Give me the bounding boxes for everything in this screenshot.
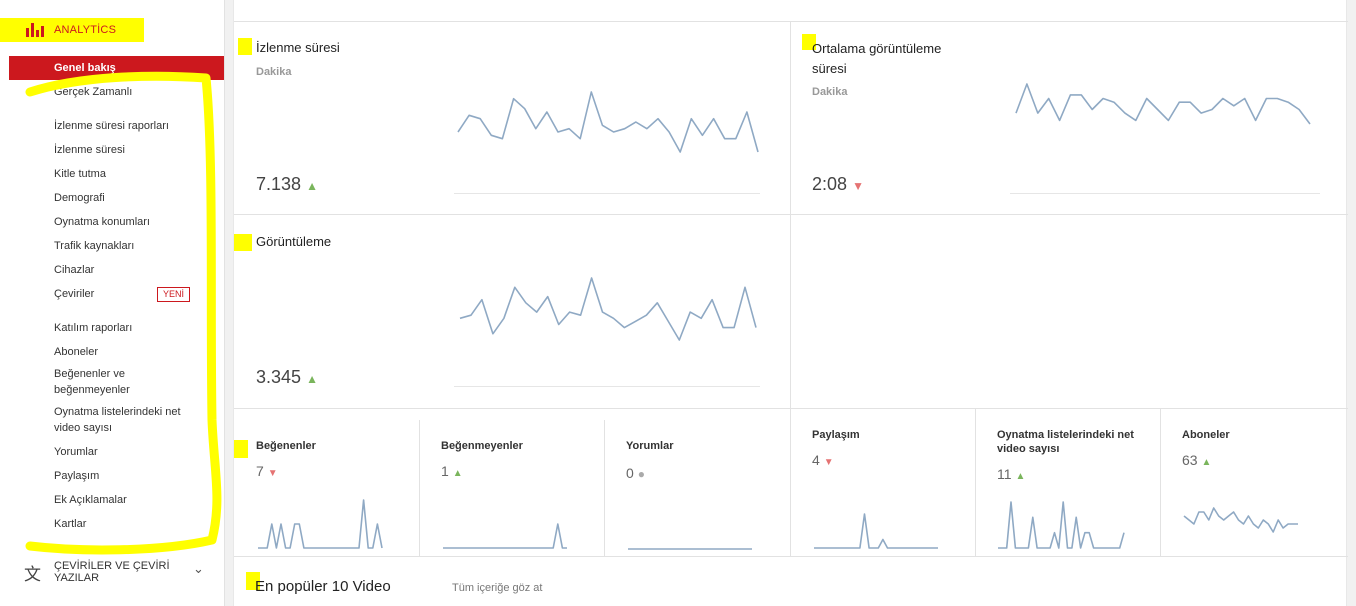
watch-time-title: İzlenme süresi — [256, 40, 340, 55]
sidebar-item-subscribers[interactable]: Aboneler — [54, 344, 98, 360]
playlists-sparkline — [998, 501, 1125, 549]
sidebar-item-devices[interactable]: Cihazlar — [54, 262, 94, 278]
subscribers-sparkline — [1183, 507, 1298, 533]
sidebar-item-cards[interactable]: Kartlar — [54, 516, 86, 532]
views-sparkline — [459, 277, 757, 341]
sparkline-views — [459, 277, 757, 341]
watch-time-unit: Dakika — [256, 66, 292, 78]
watch-time-sparkline — [457, 91, 759, 153]
sparkline-avg_duration — [1015, 83, 1311, 125]
sparkline-likes — [258, 499, 383, 549]
avg-duration-unit: Dakika — [812, 86, 848, 98]
likes-sparkline — [258, 499, 383, 549]
views-value[interactable]: 3.345 ▲ — [256, 367, 318, 388]
sidebar-item-translations[interactable]: Çeviriler — [54, 286, 94, 302]
sidebar-item-overview[interactable]: Genel bakış — [9, 56, 224, 80]
sidebar-item-playback-locations[interactable]: Oynatma konumları — [54, 214, 150, 230]
playlists-value[interactable]: 11 ▲ — [997, 466, 1025, 482]
trend-down-icon: ▼ — [852, 179, 864, 193]
playlists-title: Oynatma listelerindeki net video sayısı — [997, 429, 1134, 455]
translate-icon: 文 — [24, 565, 41, 585]
subscribers-title: Aboneler — [1182, 429, 1230, 441]
sidebar-item-playlist-videos[interactable]: Oynatma listelerindeki net video sayısı — [54, 404, 194, 436]
views-title: Görüntüleme — [256, 234, 332, 249]
sidebar-item-realtime[interactable]: Gerçek Zamanlı — [54, 84, 132, 100]
sidebar-item-likes-dislikes[interactable]: Beğenenler ve beğenmeyenler — [54, 366, 164, 398]
browse-all-content-link[interactable]: Tüm içeriğe göz at — [452, 582, 542, 594]
trend-up-icon: ▲ — [306, 179, 318, 193]
sidebar-item-watch-time[interactable]: İzlenme süresi — [54, 142, 125, 158]
subscribers-value[interactable]: 63 ▲ — [1182, 452, 1211, 468]
sparkline-playlists — [998, 501, 1125, 549]
sidebar-section-translations[interactable]: 文 ÇEVİRİLER VE ÇEVİRİ YAZILAR ⌄ — [0, 555, 225, 589]
comments-value[interactable]: 0 ● — [626, 465, 645, 481]
shares-value[interactable]: 4 ▼ — [812, 452, 834, 468]
sparkline-subscribers — [1183, 507, 1298, 533]
watch-time-value[interactable]: 7.138 ▲ — [256, 174, 318, 195]
comments-title: Yorumlar — [626, 440, 674, 452]
likes-title: Beğenenler — [256, 440, 316, 452]
sparkline-dislikes — [443, 523, 567, 549]
avg-duration-value[interactable]: 2:08 ▼ — [812, 174, 864, 195]
sidebar-item-audience-retention[interactable]: Kitle tutma — [54, 166, 106, 182]
sidebar-item-comments[interactable]: Yorumlar — [54, 444, 98, 460]
sidebar: ANALYTİCS Genel bakış Gerçek Zamanlı İzl… — [0, 0, 225, 606]
analytics-title: ANALYTİCS — [54, 24, 117, 36]
shares-sparkline — [814, 513, 938, 549]
avg-duration-sparkline — [1015, 83, 1311, 125]
translations-label: ÇEVİRİLER VE ÇEVİRİ YAZILAR — [54, 560, 170, 584]
sparkline-shares — [814, 513, 938, 549]
sidebar-item-watch-time-reports[interactable]: İzlenme süresi raporları — [54, 118, 169, 134]
dislikes-sparkline — [443, 523, 567, 549]
sparkline-watch_time — [457, 91, 759, 153]
main-panel: İzlenme süresi Dakika 7.138 ▲ Ortalama g… — [233, 0, 1348, 606]
chevron-down-icon[interactable]: ⌄ — [193, 562, 204, 577]
analytics-section-header[interactable]: ANALYTİCS — [0, 18, 144, 42]
bar-chart-icon — [26, 23, 44, 37]
sidebar-item-sharing[interactable]: Paylaşım — [54, 468, 99, 484]
trend-up-icon: ▲ — [306, 372, 318, 386]
sidebar-item-traffic-sources[interactable]: Trafik kaynakları — [54, 238, 134, 254]
dislikes-title: Beğenmeyenler — [441, 440, 523, 452]
likes-value[interactable]: 7 ▼ — [256, 463, 278, 479]
sidebar-item-engagement-reports[interactable]: Katılım raporları — [54, 320, 132, 336]
comments-sparkline — [628, 548, 752, 550]
new-badge: YENİ — [157, 287, 191, 302]
shares-title: Paylaşım — [812, 429, 860, 441]
sidebar-item-annotations[interactable]: Ek Açıklamalar — [54, 492, 127, 508]
top-10-videos-title: En popüler 10 Video — [255, 578, 391, 595]
sidebar-item-demographics[interactable]: Demografi — [54, 190, 105, 206]
dislikes-value[interactable]: 1 ▲ — [441, 463, 463, 479]
avg-duration-title: Ortalama görüntüleme süresi — [812, 41, 942, 76]
